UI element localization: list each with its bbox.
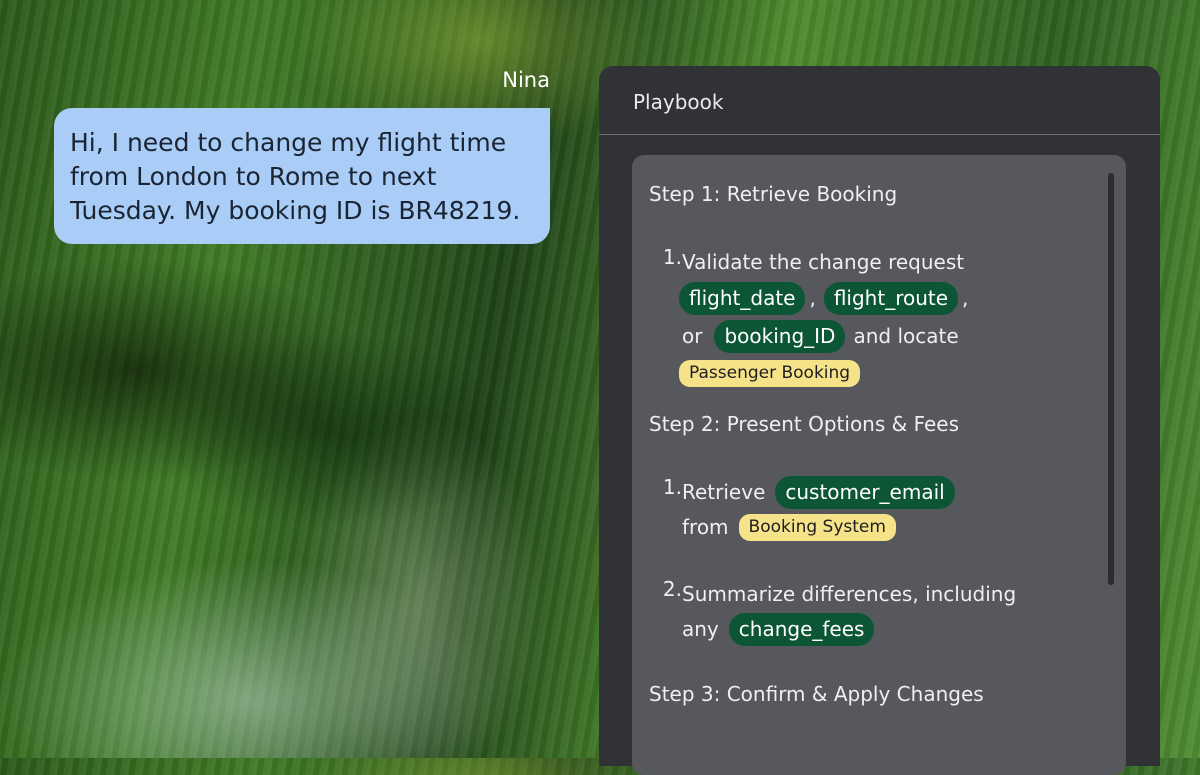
list-item: 1. Retrieve customer_email from Booking … <box>649 475 1126 545</box>
token-booking-id[interactable]: booking_ID <box>714 319 846 353</box>
item-text: any <box>682 617 719 641</box>
source-tag-booking-system[interactable]: Booking System <box>738 513 896 541</box>
playbook-panel: Playbook Step 1: Retrieve Booking 1. Val… <box>599 66 1160 775</box>
chat-sender-name: Nina <box>502 68 550 92</box>
item-text: or <box>682 324 703 348</box>
separator: , <box>809 286 816 310</box>
playbook-steps-card: Step 1: Retrieve Booking 1. Validate the… <box>632 155 1126 775</box>
token-change-fees[interactable]: change_fees <box>728 612 875 646</box>
token-customer-email[interactable]: customer_email <box>775 475 955 509</box>
source-tag-passenger-booking[interactable]: Passenger Booking <box>679 359 861 387</box>
item-text: Retrieve <box>682 480 766 504</box>
list-number: 1. <box>662 475 682 499</box>
token-flight-date[interactable]: flight_date <box>679 281 806 315</box>
list-number: 1. <box>662 245 682 269</box>
list-number: 2. <box>662 577 682 601</box>
message-line: Tuesday. My booking ID is BR48219. <box>70 196 521 225</box>
item-text: Validate the change request <box>682 250 965 274</box>
message-line: Hi, I need to change my flight time <box>70 128 507 157</box>
item-text: from <box>682 515 729 539</box>
token-flight-route[interactable]: flight_route <box>823 281 959 315</box>
step-title: Step 2: Present Options & Fees <box>649 412 960 436</box>
separator: , <box>962 286 969 310</box>
scrollbar-thumb[interactable] <box>1108 173 1114 585</box>
user-message-bubble: Hi, I need to change my flight time from… <box>54 108 550 244</box>
message-line: from London to Rome to next <box>70 162 437 191</box>
step-title: Step 1: Retrieve Booking <box>649 182 898 206</box>
playbook-title: Playbook <box>599 66 1160 135</box>
list-item: 1. Validate the change request flight_da… <box>649 245 1126 391</box>
item-text: and locate <box>853 324 959 348</box>
item-text: Summarize differences, including <box>682 582 1017 606</box>
step-title: Step 3: Confirm & Apply Changes <box>649 682 984 706</box>
list-item: 2. Summarize differences, including any … <box>649 577 1126 647</box>
